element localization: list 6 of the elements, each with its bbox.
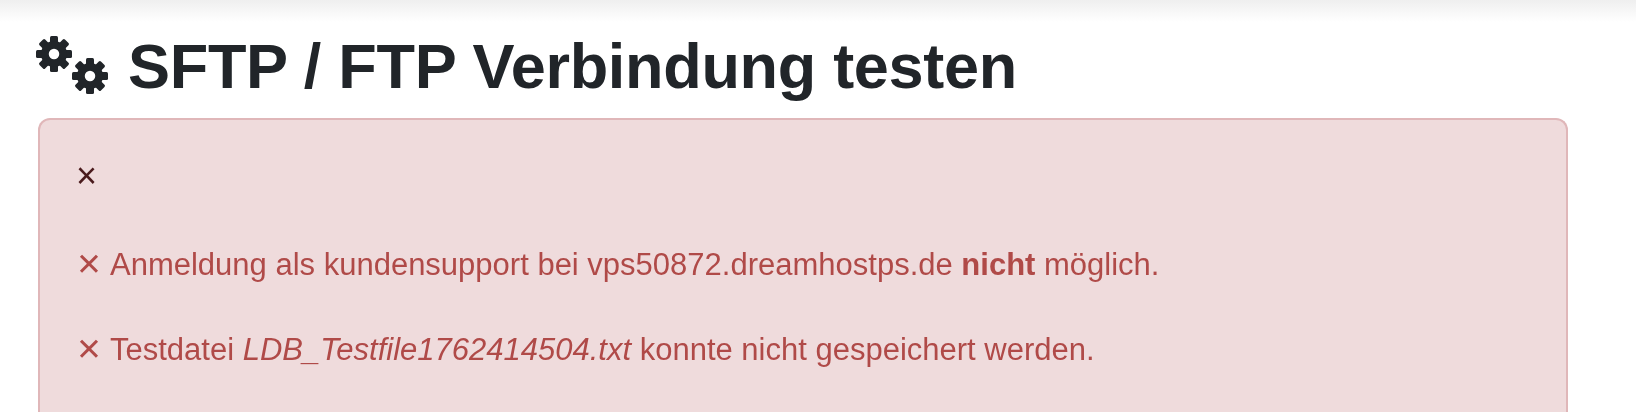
close-button[interactable]: ×	[76, 158, 98, 194]
page-title: SFTP / FTP Verbindung testen	[128, 30, 1017, 102]
error-icon: ✕	[76, 246, 102, 283]
error-message: Anmeldung als kundensupport bei vps50872.dreamhostps.de nicht möglich.	[110, 247, 1160, 283]
error-message: Testdatei LDB_Testfile1762414504.txt konnte nicht gespeichert werden.	[110, 332, 1095, 368]
error-icon: ✕	[76, 331, 102, 368]
